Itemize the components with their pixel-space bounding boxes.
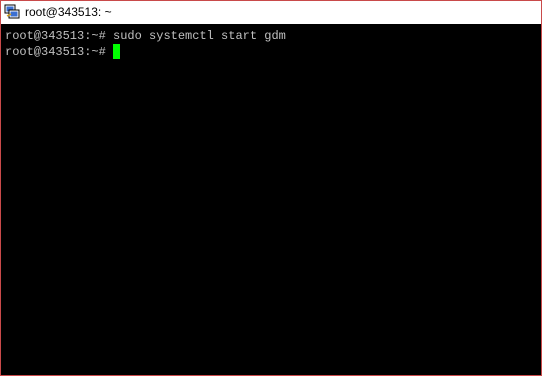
prompt-2: root@343513:~# [5, 45, 106, 59]
command-1: sudo systemctl start gdm [113, 29, 286, 43]
terminal-cursor [112, 44, 120, 59]
terminal-output[interactable]: root@343513:~# sudo systemctl start gdm … [1, 24, 541, 375]
window-title: root@343513: ~ [25, 5, 112, 19]
terminal-line-2: root@343513:~# [5, 44, 541, 60]
putty-icon[interactable] [4, 4, 20, 20]
title-bar[interactable]: root@343513: ~ [1, 1, 541, 23]
prompt-1: root@343513:~# [5, 29, 106, 43]
terminal-line-1: root@343513:~# sudo systemctl start gdm [5, 28, 541, 44]
terminal-window: root@343513: ~ root@343513:~# sudo syste… [0, 0, 542, 376]
